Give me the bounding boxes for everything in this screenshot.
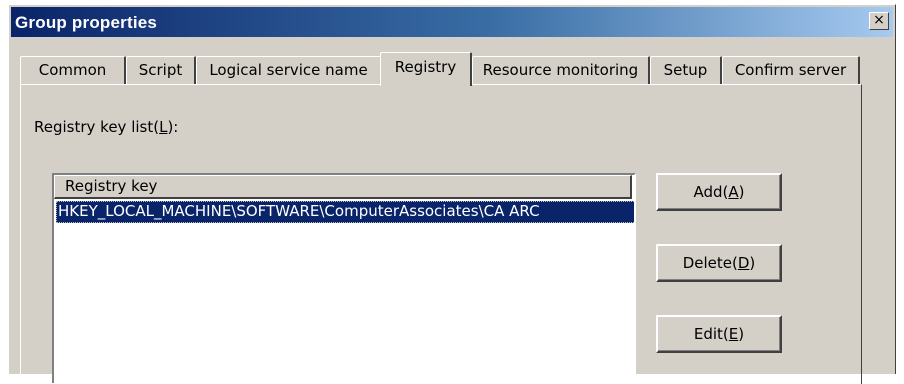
tab-setup[interactable]: Setup <box>650 56 722 84</box>
tab-script[interactable]: Script <box>126 56 196 84</box>
tab-label: Script <box>138 61 183 79</box>
tab-confirm-server[interactable]: Confirm server <box>722 56 860 84</box>
tab-label: Confirm server <box>734 61 847 79</box>
close-icon: × <box>873 12 885 28</box>
tab-resource-monitoring[interactable]: Resource monitoring <box>472 56 650 84</box>
tab-label: Common <box>38 61 107 79</box>
tab-label: Logical service name <box>209 61 368 79</box>
tab-registry[interactable]: Registry <box>380 52 472 86</box>
tab-logical-service-name[interactable]: Logical service name <box>196 56 382 84</box>
tab-common[interactable]: Common <box>20 56 126 84</box>
tab-label: Registry <box>394 58 457 76</box>
registry-tab-panel <box>20 84 862 384</box>
dialog-title: Group properties <box>15 13 158 32</box>
tab-label: Resource monitoring <box>482 61 639 79</box>
close-button[interactable]: × <box>869 12 889 30</box>
tab-label: Setup <box>663 61 708 79</box>
title-bar[interactable]: Group properties × <box>11 7 893 37</box>
